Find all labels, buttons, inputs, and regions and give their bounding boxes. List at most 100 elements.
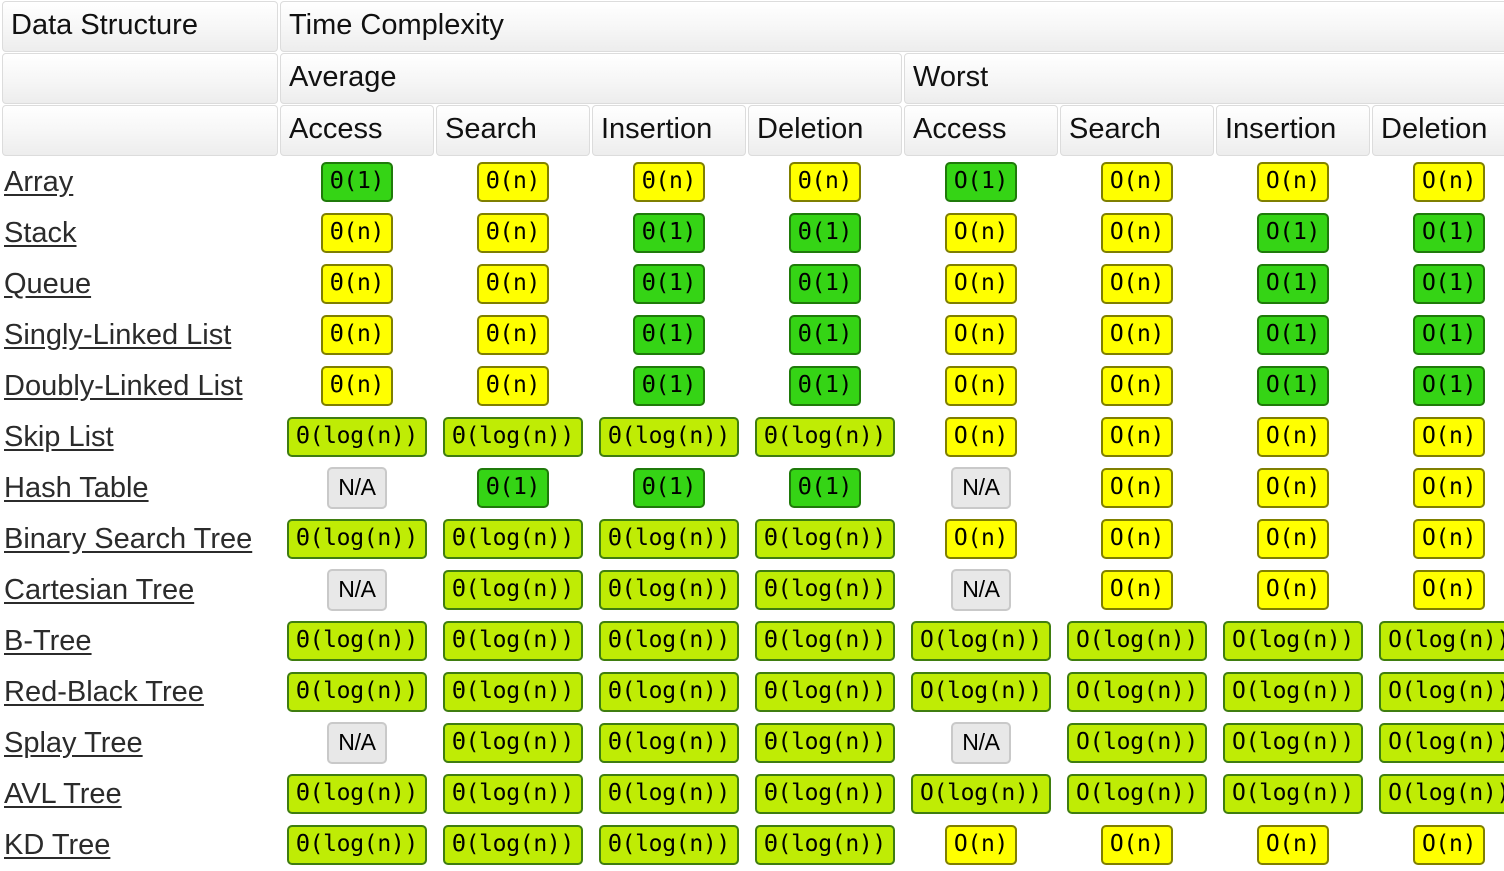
complexity-cell: O(n) bbox=[1060, 361, 1214, 411]
complexity-cell: Θ(log(n)) bbox=[436, 412, 590, 462]
header-row-title: Data Structure Time Complexity bbox=[2, 1, 1504, 52]
complexity-badge: Θ(log(n)) bbox=[599, 621, 739, 661]
complexity-badge: O(n) bbox=[1412, 825, 1486, 865]
table-row: Splay Tree N/A Θ(log(n)) Θ(log(n)) Θ(log(n))… bbox=[2, 718, 1504, 768]
complexity-badge: Θ(log(n)) bbox=[755, 417, 895, 457]
complexity-cell: Θ(log(n)) bbox=[592, 412, 746, 462]
complexity-badge: N/A bbox=[327, 722, 387, 764]
complexity-badge: O(n) bbox=[1100, 315, 1174, 355]
complexity-badge: N/A bbox=[327, 569, 387, 611]
data-structure-link[interactable]: Doubly-Linked List bbox=[4, 370, 243, 402]
data-structure-link[interactable]: Splay Tree bbox=[4, 727, 143, 759]
table-row: Singly-Linked List Θ(n) Θ(n) Θ(1) Θ(1) O(n) O(… bbox=[2, 310, 1504, 360]
data-structure-complexity-table: Data Structure Time Complexity Average W… bbox=[0, 0, 1504, 871]
complexity-badge: O(n) bbox=[1256, 519, 1330, 559]
data-structure-link[interactable]: AVL Tree bbox=[4, 778, 122, 810]
data-structure-link[interactable]: KD Tree bbox=[4, 829, 110, 861]
complexity-cell: O(log(n)) bbox=[904, 616, 1058, 666]
data-structure-link[interactable]: Skip List bbox=[4, 421, 114, 453]
complexity-badge: Θ(n) bbox=[476, 213, 550, 253]
complexity-badge: Θ(log(n)) bbox=[599, 723, 739, 763]
complexity-badge: O(n) bbox=[1256, 570, 1330, 610]
complexity-cell: N/A bbox=[280, 718, 434, 768]
complexity-cell: Θ(n) bbox=[436, 157, 590, 207]
data-structure-link[interactable]: Cartesian Tree bbox=[4, 574, 194, 606]
complexity-cell: O(1) bbox=[1372, 259, 1504, 309]
complexity-badge: O(n) bbox=[1412, 162, 1486, 202]
complexity-badge: Θ(n) bbox=[320, 213, 394, 253]
complexity-badge: O(log(n)) bbox=[1379, 621, 1504, 661]
complexity-badge: Θ(1) bbox=[632, 213, 706, 253]
complexity-cell: Θ(n) bbox=[280, 310, 434, 360]
complexity-badge: Θ(n) bbox=[476, 162, 550, 202]
data-structure-link[interactable]: Hash Table bbox=[4, 472, 149, 504]
data-structure-link[interactable]: Array bbox=[4, 166, 73, 198]
complexity-badge: O(n) bbox=[1256, 162, 1330, 202]
complexity-cell: Θ(n) bbox=[436, 259, 590, 309]
complexity-badge: Θ(log(n)) bbox=[599, 570, 739, 610]
complexity-cell: O(n) bbox=[1060, 565, 1214, 615]
complexity-badge: Θ(log(n)) bbox=[599, 825, 739, 865]
table-row: AVL Tree Θ(log(n)) Θ(log(n)) Θ(log(n)) Θ(log… bbox=[2, 769, 1504, 819]
complexity-cell: O(1) bbox=[1372, 208, 1504, 258]
data-structure-cell: Array bbox=[2, 157, 278, 207]
table-row: KD Tree Θ(log(n)) Θ(log(n)) Θ(log(n)) Θ(log(… bbox=[2, 820, 1504, 870]
complexity-badge: O(1) bbox=[1256, 213, 1330, 253]
complexity-badge: O(n) bbox=[1100, 468, 1174, 508]
complexity-badge: O(log(n)) bbox=[1223, 723, 1363, 763]
table-header: Data Structure Time Complexity Average W… bbox=[2, 1, 1504, 156]
table-row: Array Θ(1) Θ(n) Θ(n) Θ(n) O(1) O(n) O(n) O(n) bbox=[2, 157, 1504, 207]
complexity-badge: Θ(log(n)) bbox=[755, 570, 895, 610]
complexity-cell: Θ(n) bbox=[748, 157, 902, 207]
complexity-cell: Θ(n) bbox=[436, 361, 590, 411]
complexity-badge: Θ(log(n)) bbox=[443, 672, 583, 712]
complexity-badge: Θ(log(n)) bbox=[287, 672, 427, 712]
data-structure-cell: Binary Search Tree bbox=[2, 514, 278, 564]
complexity-cell: O(log(n)) bbox=[1060, 718, 1214, 768]
table-body: Array Θ(1) Θ(n) Θ(n) Θ(n) O(1) O(n) O(n) O(n) Sta… bbox=[2, 157, 1504, 870]
table-row: Red-Black Tree Θ(log(n)) Θ(log(n)) Θ(log(n)… bbox=[2, 667, 1504, 717]
complexity-cell: Θ(log(n)) bbox=[592, 616, 746, 666]
data-structure-link[interactable]: Queue bbox=[4, 268, 91, 300]
data-structure-cell: Splay Tree bbox=[2, 718, 278, 768]
complexity-badge: Θ(log(n)) bbox=[755, 519, 895, 559]
complexity-badge: O(n) bbox=[1100, 417, 1174, 457]
complexity-cell: O(n) bbox=[1060, 820, 1214, 870]
table-row: Cartesian Tree N/A Θ(log(n)) Θ(log(n)) Θ(log… bbox=[2, 565, 1504, 615]
complexity-cell: O(n) bbox=[1216, 157, 1370, 207]
complexity-cell: Θ(1) bbox=[592, 310, 746, 360]
table-row: B-Tree Θ(log(n)) Θ(log(n)) Θ(log(n)) Θ(log(n… bbox=[2, 616, 1504, 666]
complexity-badge: Θ(1) bbox=[632, 264, 706, 304]
data-structure-link[interactable]: Red-Black Tree bbox=[4, 676, 204, 708]
complexity-cell: Θ(log(n)) bbox=[436, 616, 590, 666]
complexity-cell: Θ(log(n)) bbox=[748, 412, 902, 462]
complexity-badge: Θ(log(n)) bbox=[287, 519, 427, 559]
complexity-cell: O(1) bbox=[1216, 361, 1370, 411]
header-blank-case bbox=[2, 53, 278, 104]
complexity-badge: Θ(n) bbox=[632, 162, 706, 202]
data-structure-link[interactable]: B-Tree bbox=[4, 625, 92, 657]
complexity-cell: Θ(log(n)) bbox=[748, 565, 902, 615]
complexity-cell: O(log(n)) bbox=[904, 769, 1058, 819]
data-structure-link[interactable]: Stack bbox=[4, 217, 77, 249]
data-structure-link[interactable]: Singly-Linked List bbox=[4, 319, 231, 351]
complexity-badge: O(n) bbox=[1100, 519, 1174, 559]
complexity-badge: O(n) bbox=[944, 825, 1018, 865]
complexity-badge: Θ(log(n)) bbox=[443, 621, 583, 661]
header-op-average-insertion: Insertion bbox=[592, 105, 746, 156]
complexity-cell: Θ(1) bbox=[748, 259, 902, 309]
complexity-badge: O(1) bbox=[1412, 213, 1486, 253]
complexity-cell: O(n) bbox=[904, 412, 1058, 462]
complexity-cell: O(n) bbox=[1060, 259, 1214, 309]
header-op-average-access: Access bbox=[280, 105, 434, 156]
complexity-cell: Θ(1) bbox=[592, 463, 746, 513]
complexity-cell: Θ(n) bbox=[280, 259, 434, 309]
complexity-cell: Θ(1) bbox=[592, 208, 746, 258]
complexity-cell: O(log(n)) bbox=[1372, 769, 1504, 819]
complexity-cell: Θ(log(n)) bbox=[280, 820, 434, 870]
data-structure-link[interactable]: Binary Search Tree bbox=[4, 523, 252, 555]
complexity-badge: O(n) bbox=[1412, 468, 1486, 508]
complexity-cell: O(n) bbox=[1060, 514, 1214, 564]
complexity-cell: O(n) bbox=[1060, 463, 1214, 513]
complexity-cell: N/A bbox=[904, 565, 1058, 615]
